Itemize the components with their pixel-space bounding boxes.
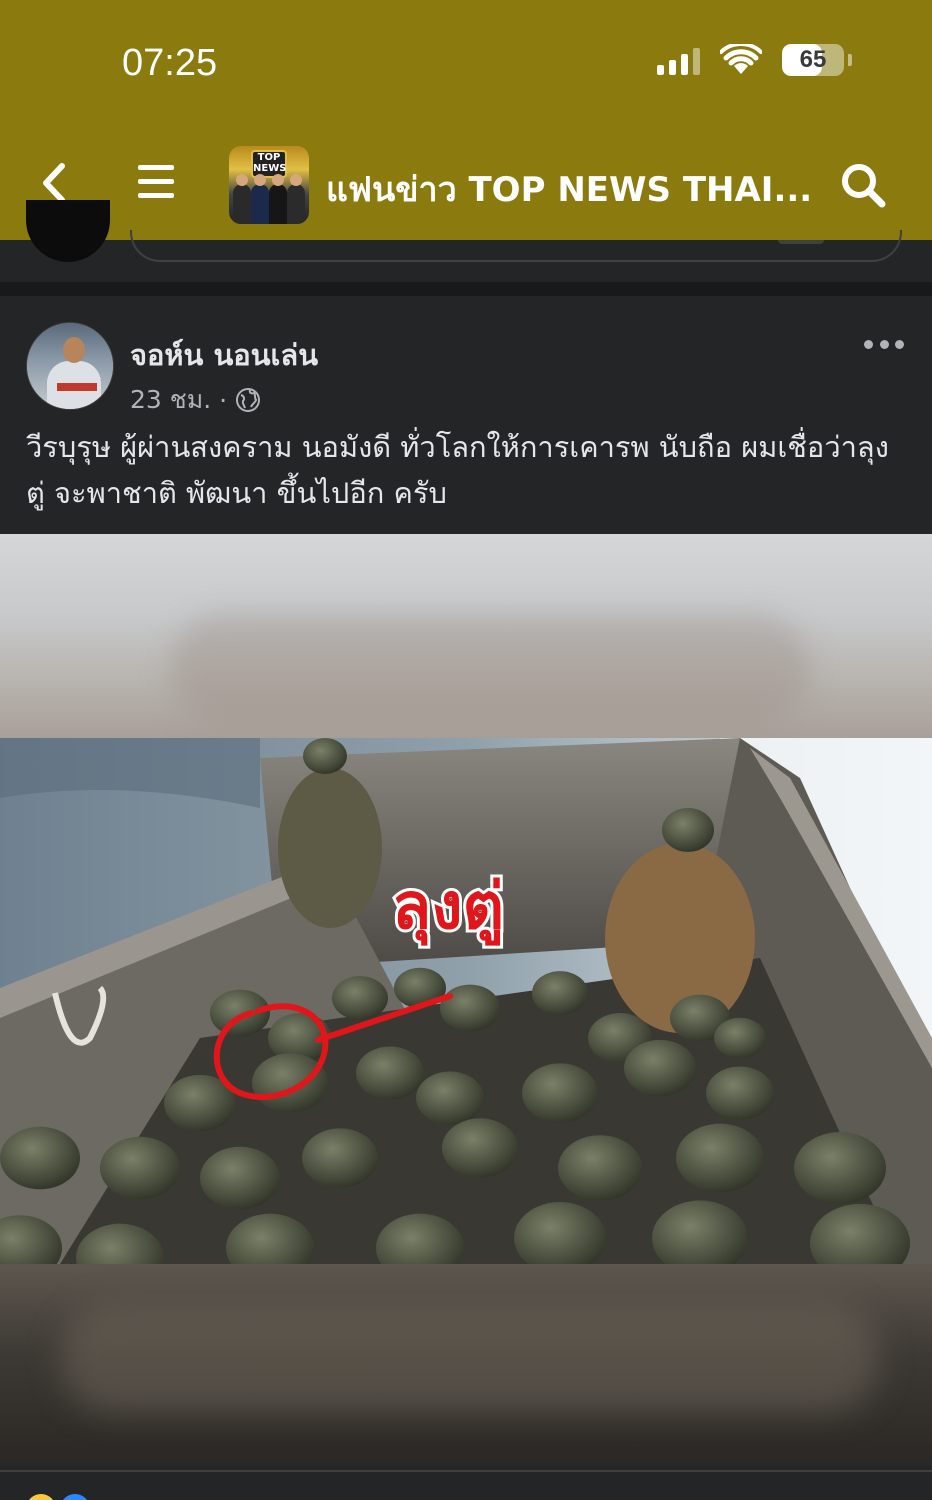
- more-options-icon[interactable]: [864, 336, 904, 352]
- soldier-helmet: [794, 1132, 886, 1204]
- soldier-helmet: [100, 1136, 180, 1200]
- author-name[interactable]: จอห์น นอนเล่น: [130, 332, 318, 378]
- post-text: วีรบุรุษ ผู้ผ่านสงคราม นอมังดี ทั่วโลกให…: [26, 430, 889, 510]
- soldier-helmet: [706, 1066, 774, 1120]
- post-card: จอห์น นอนเล่น 23 ชม. · วีรบุรุษ ผู้ผ่านส…: [0, 296, 932, 1500]
- post-timestamp[interactable]: 23 ชม.: [130, 380, 211, 420]
- page-title[interactable]: แฟนข่าว TOP NEWS THAI...: [326, 162, 812, 216]
- soldier-helmet: [522, 1063, 598, 1123]
- commenter-avatar: [26, 200, 110, 262]
- soldier-helmet: [416, 1071, 484, 1125]
- meta-separator: ·: [219, 385, 228, 415]
- soldier-helmet: [558, 1135, 642, 1201]
- soldier-helmet: [624, 1039, 696, 1097]
- soldier-helmet: [302, 1128, 378, 1188]
- page-avatar[interactable]: TOP NEWS: [229, 146, 309, 224]
- blurred-background-bottom: [0, 1264, 932, 1466]
- soldier-helmet: [440, 984, 500, 1032]
- like-reaction-icon: [60, 1494, 90, 1500]
- menu-icon[interactable]: [136, 162, 176, 202]
- status-icons: 65: [657, 44, 852, 76]
- comment-emoji-icon[interactable]: [778, 240, 824, 244]
- landing-craft-photo: ลุงตู่: [0, 738, 932, 1264]
- soldier-helmet: [252, 1053, 328, 1113]
- soldier-helmet: [0, 1126, 80, 1190]
- page-nav-row: TOP NEWS แฟนข่าว TOP NEWS THAI...: [0, 140, 932, 230]
- soldier-helmet: [442, 1118, 518, 1178]
- search-icon[interactable]: [838, 160, 888, 210]
- soldier-helmet: [676, 1123, 764, 1193]
- status-time: 07:25: [122, 42, 218, 84]
- soldier-helmet: [332, 976, 388, 1020]
- battery-percent: 65: [799, 46, 827, 73]
- previous-post-footer: [0, 200, 932, 282]
- image-annotation-label: ลุงตู่: [392, 870, 504, 946]
- wifi-icon: [720, 44, 762, 74]
- post-meta: 23 ชม. ·: [130, 380, 261, 420]
- feed-divider: [0, 282, 932, 296]
- app-header: 07:25 65 TOP NEWS แฟนข่าว TOP NEWS THAI.…: [0, 0, 932, 240]
- battery-icon: 65: [782, 44, 844, 76]
- soldier-helmet: [532, 971, 588, 1015]
- haha-reaction-icon: [26, 1494, 56, 1500]
- cellular-signal-icon: [657, 45, 700, 75]
- post-image[interactable]: ลุงตู่: [0, 534, 932, 1466]
- battery-cap: [848, 54, 852, 66]
- globe-icon: [236, 388, 261, 412]
- soldier-helmet: [356, 1046, 424, 1100]
- reactions-row: [0, 1470, 932, 1500]
- comment-input[interactable]: [130, 230, 902, 262]
- soldier-helmet: [714, 1017, 766, 1059]
- author-avatar[interactable]: [26, 322, 114, 410]
- blurred-background-top: [0, 534, 932, 738]
- soldier-helmet: [200, 1146, 280, 1210]
